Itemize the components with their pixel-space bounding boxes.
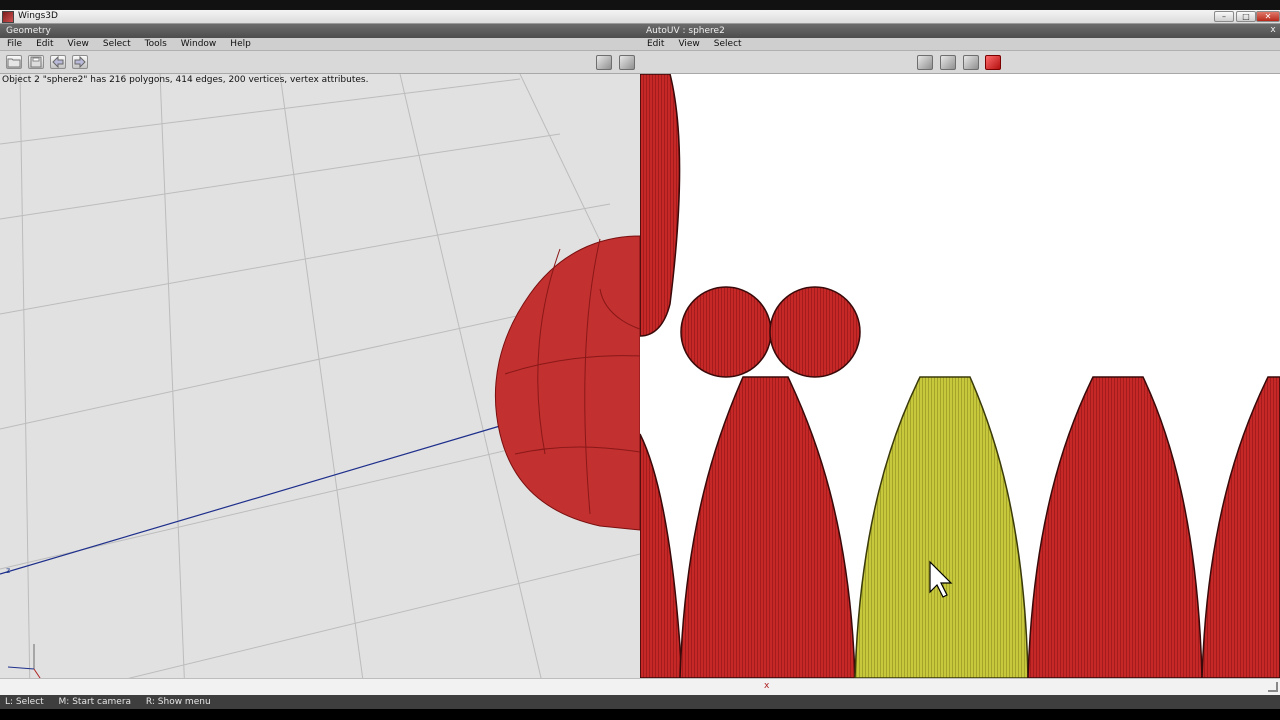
menu-select[interactable]: Select: [96, 38, 138, 51]
edge-mode-icon[interactable]: [940, 55, 956, 70]
geometry-menubar: File Edit View Select Tools Window Help: [0, 38, 640, 51]
face-mode-icon[interactable]: [619, 55, 635, 70]
uv-menu-view[interactable]: View: [671, 38, 706, 51]
uv-chart-top-left: [640, 74, 681, 337]
menu-window[interactable]: Window: [174, 38, 224, 51]
wings3d-logo-icon: [2, 11, 14, 23]
autouv-close-button[interactable]: x: [1268, 25, 1278, 36]
menu-view[interactable]: View: [61, 38, 96, 51]
uv-menu-edit[interactable]: Edit: [640, 38, 671, 51]
menu-help[interactable]: Help: [223, 38, 258, 51]
menu-tools[interactable]: Tools: [138, 38, 174, 51]
folder-icon[interactable]: [6, 55, 22, 69]
object-info-text: Object 2 "sphere2" has 216 polygons, 414…: [2, 75, 369, 85]
uv-chart-4: [1201, 376, 1280, 678]
uv-bottom-strip: x: [0, 678, 1280, 695]
geometry-toolbar: [0, 51, 640, 74]
uv-menu-select[interactable]: Select: [707, 38, 749, 51]
status-middle-click: M: Start camera: [58, 697, 132, 707]
geometry-viewport[interactable]: Object 2 "sphere2" has 216 polygons, 414…: [0, 74, 640, 695]
uv-chart-1: [679, 376, 856, 678]
vertex-mode-icon[interactable]: [917, 55, 933, 70]
face-mode-icon[interactable]: [963, 55, 979, 70]
minimize-button[interactable]: –: [1214, 11, 1234, 22]
arrow-left-icon[interactable]: [50, 55, 66, 69]
arrow-right-icon[interactable]: [72, 55, 88, 69]
status-right-click: R: Show menu: [145, 697, 211, 707]
menu-file[interactable]: File: [0, 38, 29, 51]
axis-z-label: z: [6, 566, 11, 575]
uv-chart-left-edge: [640, 433, 683, 678]
autouv-toolbar: [640, 51, 1280, 74]
app-title: Wings3D: [18, 11, 58, 21]
geometry-window-title[interactable]: Geometry: [0, 24, 640, 38]
save-icon[interactable]: [28, 55, 44, 69]
letterbox: [0, 709, 1280, 720]
autouv-viewport[interactable]: [640, 74, 1280, 678]
statusbar: L: Select M: Start camera R: Show menu: [0, 695, 1280, 709]
geometry-scene: [0, 74, 640, 695]
uv-cap-right: [769, 286, 861, 378]
uv-chart-3: [1027, 376, 1203, 678]
body-mode-icon[interactable]: [985, 55, 1001, 70]
z-axis-line: [0, 425, 501, 575]
app-titlebar: Wings3D – □ ✕: [0, 10, 1280, 24]
sphere-mesh: [494, 235, 640, 531]
maximize-button[interactable]: □: [1236, 11, 1256, 22]
uv-charts: [640, 74, 1280, 678]
status-left-click: L: Select: [5, 697, 44, 707]
axis-x-label: x: [764, 681, 770, 691]
uv-cap-left: [680, 286, 772, 378]
resize-grip-icon[interactable]: [1268, 682, 1278, 692]
autouv-window-title[interactable]: AutoUV : sphere2 x: [640, 24, 1280, 38]
menu-edit[interactable]: Edit: [29, 38, 60, 51]
autouv-title-text: AutoUV : sphere2: [646, 26, 725, 36]
autouv-menubar: Edit View Select: [640, 38, 1280, 51]
vertex-mode-icon[interactable]: [596, 55, 612, 70]
close-button[interactable]: ✕: [1256, 11, 1280, 22]
uv-chart-2-selected: [854, 376, 1029, 678]
